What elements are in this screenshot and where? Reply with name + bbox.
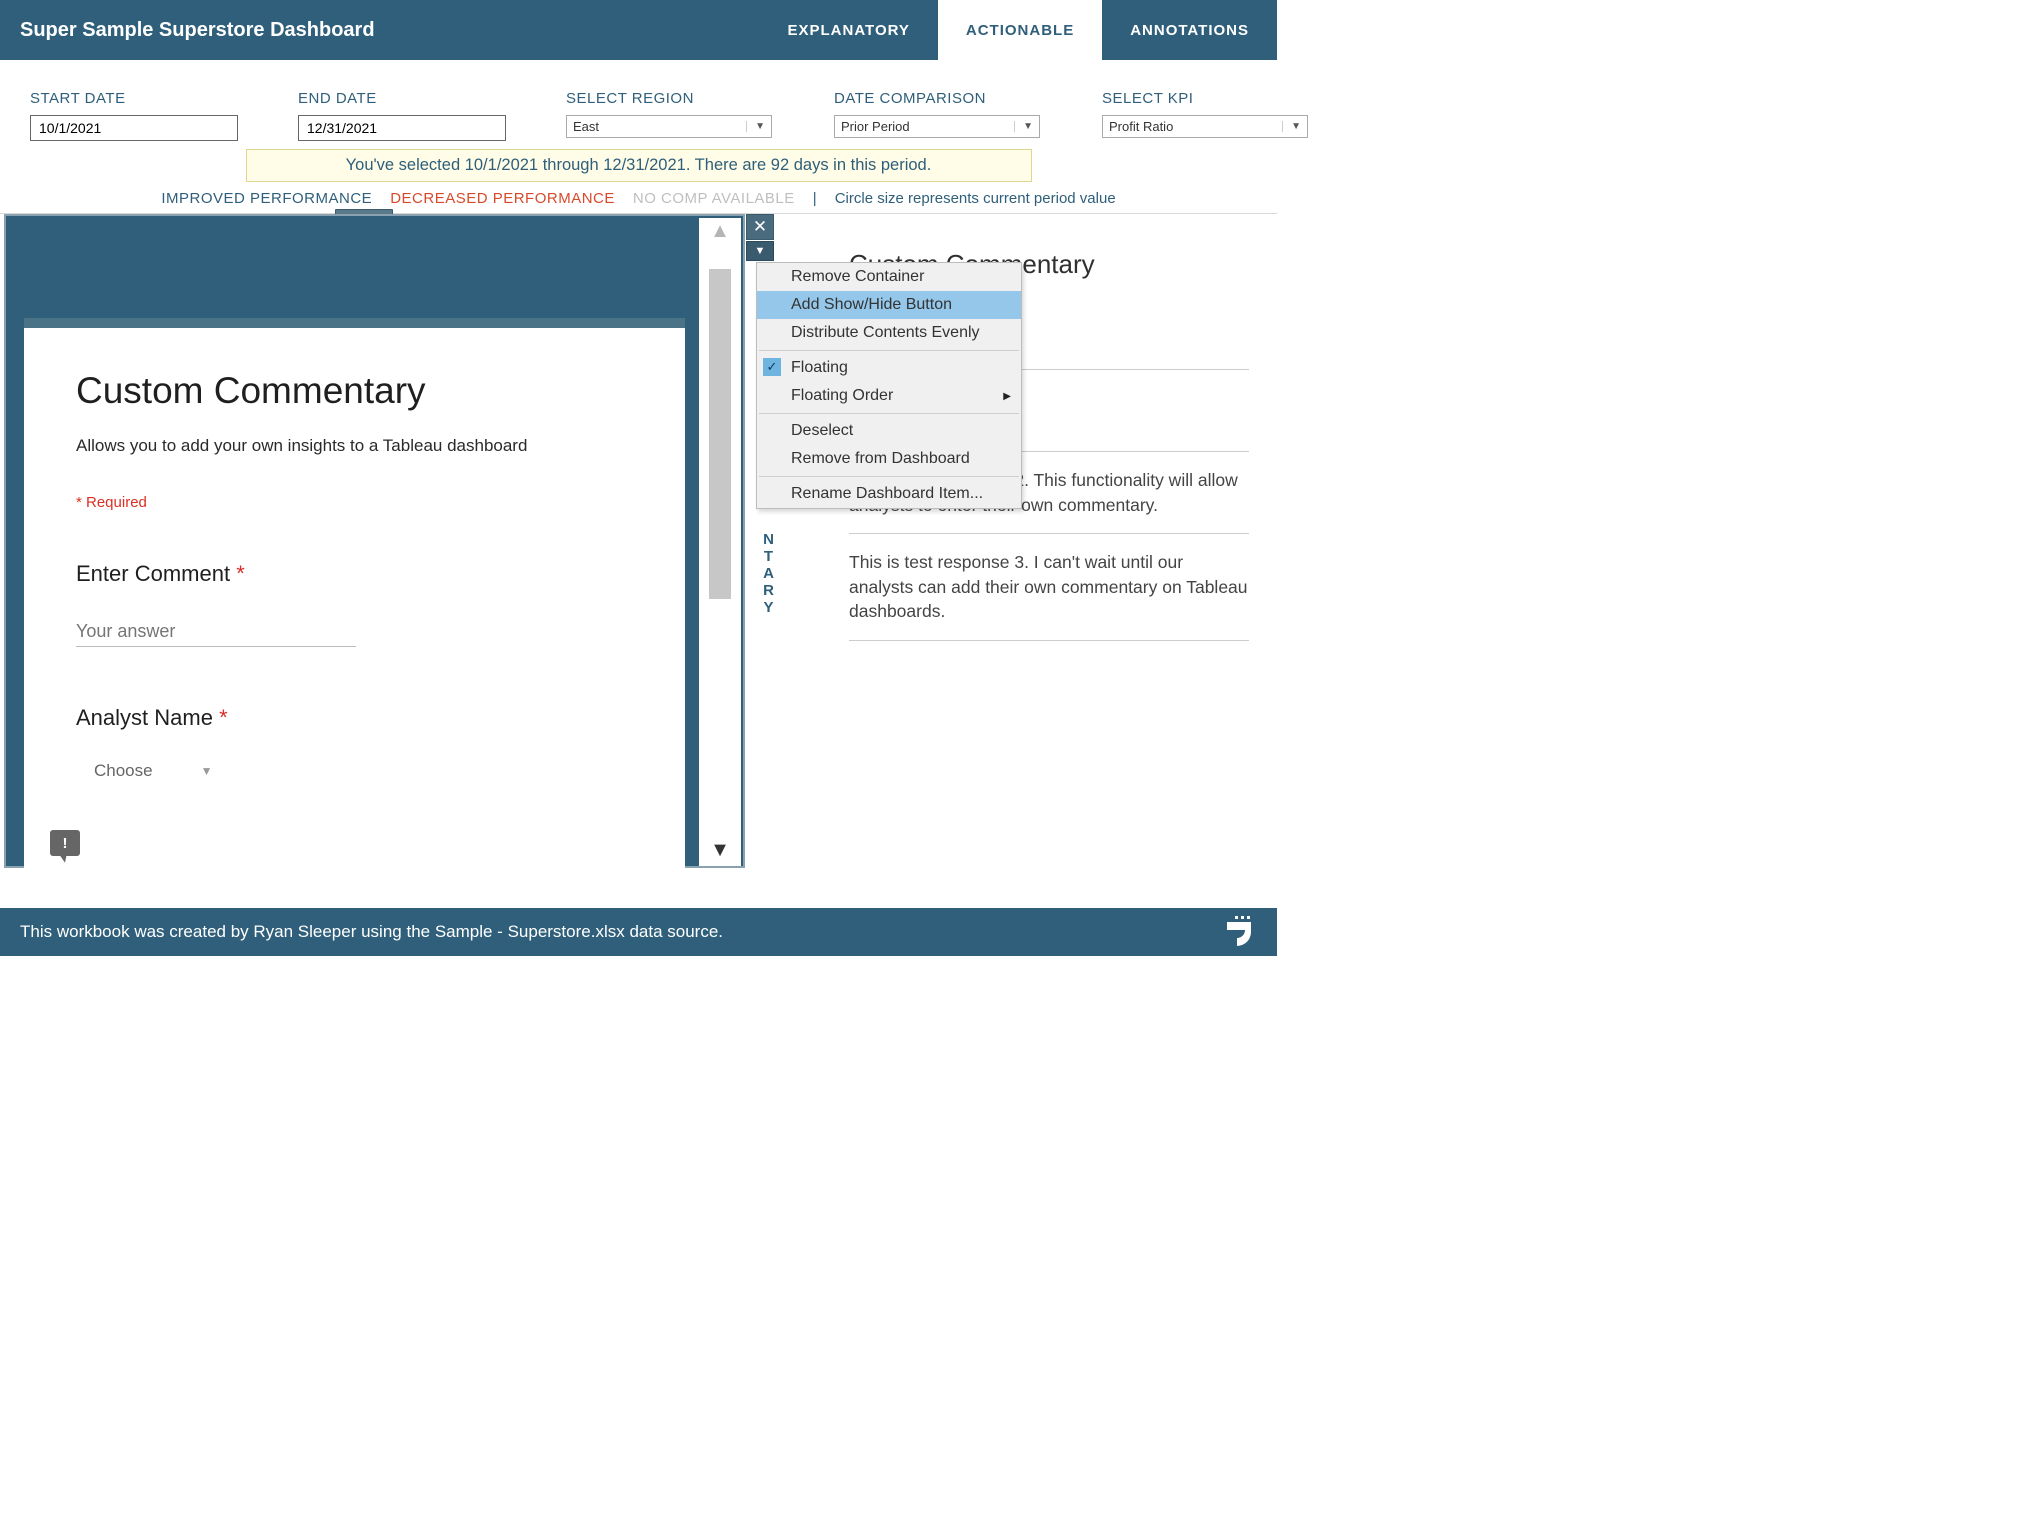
form-required-note: * Required [76, 494, 633, 511]
chevron-down-icon: ▼ [746, 121, 765, 132]
menu-separator [759, 350, 1019, 351]
legend-decreased: DECREASED PERFORMANCE [390, 190, 615, 207]
kpi-select-value: Profit Ratio [1109, 119, 1173, 134]
filter-end-date-label: END DATE [298, 90, 546, 107]
menu-deselect[interactable]: Deselect [757, 417, 1021, 445]
tab-annotations[interactable]: ANNOTATIONS [1102, 0, 1277, 60]
kpi-select[interactable]: Profit Ratio ▼ [1102, 115, 1308, 138]
required-star-icon: * [236, 561, 245, 586]
filter-region-label: SELECT REGION [566, 90, 814, 107]
filters-row: START DATE END DATE SELECT REGION East ▼… [0, 60, 1277, 149]
filter-end-date: END DATE [298, 90, 546, 141]
selection-message: You've selected 10/1/2021 through 12/31/… [246, 149, 1032, 182]
legend-row: IMPROVED PERFORMANCE DECREASED PERFORMAN… [0, 182, 1277, 214]
menu-floating[interactable]: Floating [757, 354, 1021, 382]
menu-floating-order[interactable]: Floating Order [757, 382, 1021, 410]
footer: This workbook was created by Ryan Sleepe… [0, 908, 1277, 956]
footer-text: This workbook was created by Ryan Sleepe… [20, 922, 723, 942]
menu-separator [759, 476, 1019, 477]
filter-kpi: SELECT KPI Profit Ratio ▼ [1102, 90, 1318, 141]
dashboard-header: Super Sample Superstore Dashboard EXPLAN… [0, 0, 1277, 60]
menu-distribute-evenly[interactable]: Distribute Contents Evenly [757, 319, 1021, 347]
legend-separator: | [813, 190, 817, 207]
filter-kpi-label: SELECT KPI [1102, 90, 1318, 107]
tab-actionable[interactable]: ACTIONABLE [938, 0, 1102, 60]
filter-start-date-label: START DATE [30, 90, 278, 107]
legend-note: Circle size represents current period va… [835, 190, 1116, 207]
chevron-down-icon: ▼ [1282, 121, 1301, 132]
google-form-card: Custom Commentary Allows you to add your… [24, 328, 685, 868]
filter-region: SELECT REGION East ▼ [566, 90, 814, 141]
container-context-menu: Remove Container Add Show/Hide Button Di… [756, 262, 1022, 509]
scroll-up-icon[interactable]: ▲ [710, 220, 730, 243]
scroll-down-icon[interactable]: ▼ [710, 839, 730, 862]
menu-remove-container[interactable]: Remove Container [757, 263, 1021, 291]
form-scrollbar[interactable]: ▲ ▼ [699, 218, 741, 866]
vertical-tab-letter: T [764, 548, 777, 565]
scroll-track[interactable] [709, 249, 731, 839]
commentary-item: This is test response 3. I can't wait un… [849, 534, 1249, 641]
compare-select-value: Prior Period [841, 119, 910, 134]
vertical-tab-letter: N [763, 531, 778, 548]
end-date-input[interactable] [298, 115, 506, 141]
form-title: Custom Commentary [76, 370, 633, 412]
menu-separator [759, 413, 1019, 414]
legend-improved: IMPROVED PERFORMANCE [161, 190, 372, 207]
vertical-tab-letter: R [763, 582, 778, 599]
form-subtitle: Allows you to add your own insights to a… [76, 436, 633, 456]
compare-select[interactable]: Prior Period ▼ [834, 115, 1040, 138]
chevron-down-icon: ▼ [201, 764, 213, 778]
enter-comment-input[interactable] [76, 617, 356, 647]
dashboard-title: Super Sample Superstore Dashboard [20, 19, 375, 42]
main-area: Custom Commentary mment. Let's take a ro… [0, 214, 1277, 874]
close-container-button[interactable]: ✕ [746, 214, 774, 240]
container-menu-button[interactable]: ▼ [746, 241, 774, 261]
region-select-value: East [573, 119, 599, 134]
menu-remove-from-dashboard[interactable]: Remove from Dashboard [757, 445, 1021, 473]
menu-rename-dashboard-item[interactable]: Rename Dashboard Item... [757, 480, 1021, 508]
enter-comment-label: Enter Comment * [76, 561, 633, 587]
analyst-name-label: Analyst Name * [76, 705, 633, 731]
filter-start-date: START DATE [30, 90, 278, 141]
analyst-name-select[interactable]: Choose ▼ [76, 761, 633, 781]
start-date-input[interactable] [30, 115, 238, 141]
brand-logo-icon [1221, 914, 1257, 950]
report-problem-icon[interactable]: ! [50, 830, 80, 856]
chevron-down-icon: ▼ [1014, 121, 1033, 132]
required-star-icon: * [219, 705, 228, 730]
scroll-thumb[interactable] [709, 269, 731, 599]
region-select[interactable]: East ▼ [566, 115, 772, 138]
filter-date-comparison: DATE COMPARISON Prior Period ▼ [834, 90, 1082, 141]
vertical-tab-letter: Y [763, 599, 777, 616]
container-controls: ✕ ▼ [746, 214, 776, 261]
tab-explanatory[interactable]: EXPLANATORY [759, 0, 937, 60]
filter-compare-label: DATE COMPARISON [834, 90, 1082, 107]
header-tabs: EXPLANATORY ACTIONABLE ANNOTATIONS [759, 0, 1277, 60]
floating-container-selected[interactable]: Custom Commentary Allows you to add your… [4, 214, 745, 868]
vertical-tab-letter: A [763, 565, 778, 582]
analyst-name-value: Choose [94, 761, 153, 781]
menu-add-show-hide-button[interactable]: Add Show/Hide Button [757, 291, 1021, 319]
legend-nocomp: NO COMP AVAILABLE [633, 190, 795, 207]
